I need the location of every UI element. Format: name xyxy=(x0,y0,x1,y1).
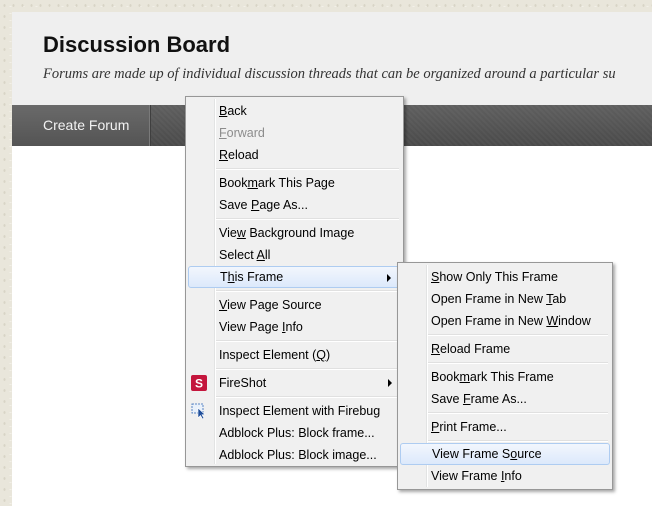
menu-item-select-all[interactable]: Select All xyxy=(188,244,401,266)
menu-item-forward[interactable]: Forward xyxy=(188,122,401,144)
submenu-item-reload-frame[interactable]: Reload Frame xyxy=(400,338,610,360)
page-title: Discussion Board xyxy=(43,32,231,57)
menu-item-inspect-element[interactable]: Inspect Element (Q) xyxy=(188,344,401,366)
menu-separator xyxy=(216,290,399,292)
menu-item-adblock-image[interactable]: Adblock Plus: Block image... xyxy=(188,444,401,466)
menu-item-adblock-frame[interactable]: Adblock Plus: Block frame... xyxy=(188,422,401,444)
submenu-item-print-frame[interactable]: Print Frame... xyxy=(400,416,610,438)
submenu-item-view-frame-source[interactable]: View Frame Source xyxy=(400,443,610,465)
menu-item-reload[interactable]: Reload xyxy=(188,144,401,166)
menu-item-fireshot[interactable]: S FireShot xyxy=(188,372,401,394)
menu-item-bookmark-page[interactable]: Bookmark This Page xyxy=(188,172,401,194)
menu-separator xyxy=(216,340,399,342)
fireshot-icon: S xyxy=(191,375,207,391)
menu-separator xyxy=(216,396,399,398)
menu-item-back[interactable]: Back xyxy=(188,100,401,122)
menu-separator xyxy=(428,412,608,414)
this-frame-submenu: Show Only This Frame Open Frame in New T… xyxy=(397,262,613,490)
menu-item-this-frame[interactable]: This Frame xyxy=(188,266,401,288)
create-forum-button[interactable]: Create Forum xyxy=(12,105,151,146)
menu-separator xyxy=(428,362,608,364)
submenu-item-open-window[interactable]: Open Frame in New Window xyxy=(400,310,610,332)
inspect-cursor-icon xyxy=(191,403,206,419)
menu-item-view-page-info[interactable]: View Page Info xyxy=(188,316,401,338)
context-menu: Back Forward Reload Bookmark This Page S… xyxy=(185,96,404,467)
menu-separator xyxy=(216,168,399,170)
page-header: Discussion Board Forums are made up of i… xyxy=(12,12,652,106)
menu-separator xyxy=(216,218,399,220)
submenu-item-open-tab[interactable]: Open Frame in New Tab xyxy=(400,288,610,310)
submenu-item-bookmark-frame[interactable]: Bookmark This Frame xyxy=(400,366,610,388)
menu-item-save-page[interactable]: Save Page As... xyxy=(188,194,401,216)
menu-separator xyxy=(428,440,608,442)
submenu-item-save-frame[interactable]: Save Frame As... xyxy=(400,388,610,410)
submenu-arrow-icon xyxy=(388,379,392,387)
menu-separator xyxy=(216,368,399,370)
submenu-arrow-icon xyxy=(387,274,391,282)
menu-item-inspect-firebug[interactable]: Inspect Element with Firebug xyxy=(188,400,401,422)
create-forum-label: Create Forum xyxy=(43,117,130,133)
svg-text:S: S xyxy=(195,377,203,391)
menu-item-view-page-source[interactable]: View Page Source xyxy=(188,294,401,316)
submenu-item-show-only[interactable]: Show Only This Frame xyxy=(400,266,610,288)
page-description: Forums are made up of individual discuss… xyxy=(43,66,616,82)
menu-separator xyxy=(428,334,608,336)
menu-item-view-background[interactable]: View Background Image xyxy=(188,222,401,244)
submenu-item-view-frame-info[interactable]: View Frame Info xyxy=(400,465,610,487)
